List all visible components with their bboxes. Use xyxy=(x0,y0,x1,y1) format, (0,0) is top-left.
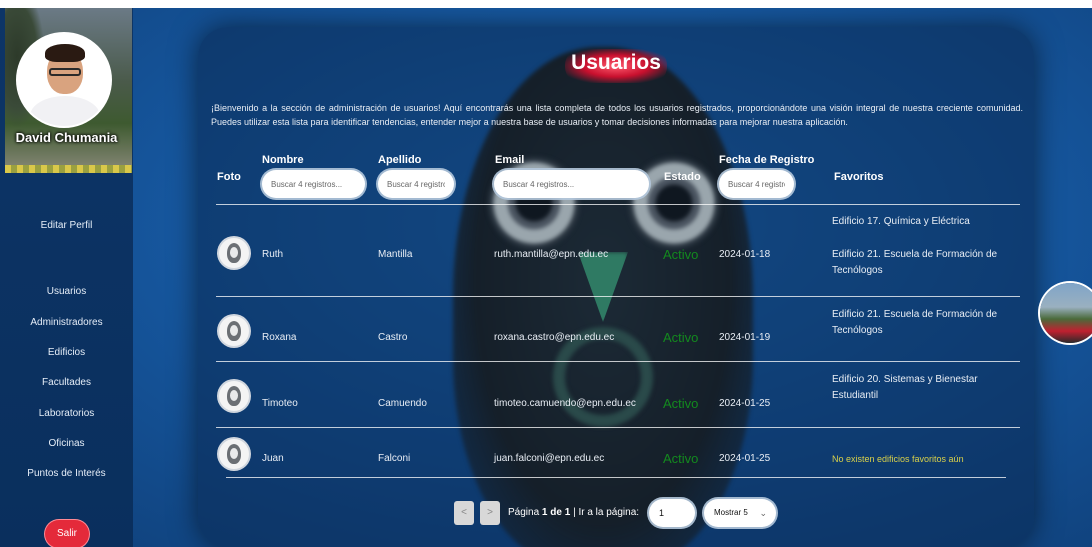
page-title: Usuarios xyxy=(571,51,661,74)
user-photo xyxy=(219,381,249,411)
search-email-input[interactable] xyxy=(494,170,649,198)
sidebar-item-usuarios[interactable]: Usuarios xyxy=(0,286,133,297)
table-cell-fecha: 2024-01-25 xyxy=(719,453,771,464)
table-cell-nombre: Timoteo xyxy=(262,398,298,409)
intro-text: ¡Bienvenido a la sección de administraci… xyxy=(211,103,1023,127)
sidebar-item-facultades[interactable]: Facultades xyxy=(0,377,133,388)
table-cell-nombre: Juan xyxy=(262,453,284,464)
table-cell-email: ruth.mantilla@epn.edu.ec xyxy=(494,249,609,260)
sidebar-item-puntos-de-interes[interactable]: Puntos de Interés xyxy=(0,468,133,479)
table-divider xyxy=(226,477,1006,478)
table-cell-apellido: Falconi xyxy=(378,453,411,464)
goto-page-input[interactable] xyxy=(649,499,695,527)
column-header-nombre: Nombre xyxy=(262,154,304,166)
table-cell-nombre: Ruth xyxy=(262,249,284,260)
table-cell-fecha: 2024-01-18 xyxy=(719,249,771,260)
column-header-estado: Estado xyxy=(664,171,701,183)
status-badge: Activo xyxy=(663,396,699,411)
sidebar: David Chumania Editar Perfil Usuarios Ad… xyxy=(0,8,133,547)
favorite-item: Edificio 21. Escuela de Formación de Tec… xyxy=(832,309,998,336)
profile-name: David Chumania xyxy=(15,130,118,145)
table-divider xyxy=(216,427,1020,428)
column-header-favoritos: Favoritos xyxy=(834,171,884,183)
app-background: David Chumania Editar Perfil Usuarios Ad… xyxy=(0,8,1092,547)
sidebar-item-edificios[interactable]: Edificios xyxy=(0,347,133,358)
column-header-email: Email xyxy=(495,154,525,166)
table-divider xyxy=(216,204,1020,205)
table-cell-nombre: Roxana xyxy=(262,332,297,343)
favorite-item: Edificio 20. Sistemas y Bienestar Estudi… xyxy=(832,374,978,401)
user-photo xyxy=(219,238,249,268)
favorite-item: Edificio 17. Química y Eléctrica xyxy=(832,216,970,227)
table-cell-apellido: Camuendo xyxy=(378,398,427,409)
status-badge: Activo xyxy=(663,451,699,466)
prev-page-button[interactable]: < xyxy=(454,501,474,525)
search-fecha-input[interactable] xyxy=(719,170,794,198)
column-header-fecha: Fecha de Registro xyxy=(719,154,815,166)
status-badge: Activo xyxy=(663,247,699,262)
table-cell-fecha: 2024-01-25 xyxy=(719,398,771,409)
sidebar-item-oficinas[interactable]: Oficinas xyxy=(0,438,133,449)
floating-image-thumbnail[interactable] xyxy=(1040,283,1092,343)
logout-button[interactable]: Salir xyxy=(45,520,89,547)
column-header-foto: Foto xyxy=(217,171,241,183)
table-cell-fecha: 2024-01-19 xyxy=(719,332,771,343)
search-nombre-input[interactable] xyxy=(262,170,365,198)
sidebar-item-editar-perfil[interactable]: Editar Perfil xyxy=(0,220,133,231)
table-cell-email: roxana.castro@epn.edu.ec xyxy=(494,332,615,343)
chevron-down-icon: ⌄ xyxy=(759,508,767,518)
table-cell-email: timoteo.camuendo@epn.edu.ec xyxy=(494,398,636,409)
table-cell-apellido: Mantilla xyxy=(378,249,413,260)
user-photo xyxy=(219,316,249,346)
next-page-button[interactable]: > xyxy=(480,501,500,525)
search-apellido-input[interactable] xyxy=(378,170,454,198)
banner-stripe xyxy=(5,165,132,173)
table-divider xyxy=(216,296,1020,297)
profile-avatar[interactable] xyxy=(18,34,110,126)
status-badge: Activo xyxy=(663,330,699,345)
user-photo xyxy=(219,439,249,469)
table-divider xyxy=(216,361,1020,362)
favorite-empty-message: No existen edificios favoritos aún xyxy=(832,454,964,464)
users-panel: Usuarios ¡Bienvenido a la sección de adm… xyxy=(198,27,1034,547)
favorite-item: Edificio 21. Escuela de Formación de Tec… xyxy=(832,249,998,276)
sidebar-item-laboratorios[interactable]: Laboratorios xyxy=(0,408,133,419)
table-cell-email: juan.falconi@epn.edu.ec xyxy=(494,453,605,464)
column-header-apellido: Apellido xyxy=(378,154,422,166)
pagination-label: Página 1 de 1 | Ir a la página: xyxy=(508,507,640,518)
page-size-select[interactable]: Mostrar 5 ⌄ xyxy=(704,499,776,527)
table-cell-apellido: Castro xyxy=(378,332,408,343)
sidebar-item-administradores[interactable]: Administradores xyxy=(0,317,133,328)
